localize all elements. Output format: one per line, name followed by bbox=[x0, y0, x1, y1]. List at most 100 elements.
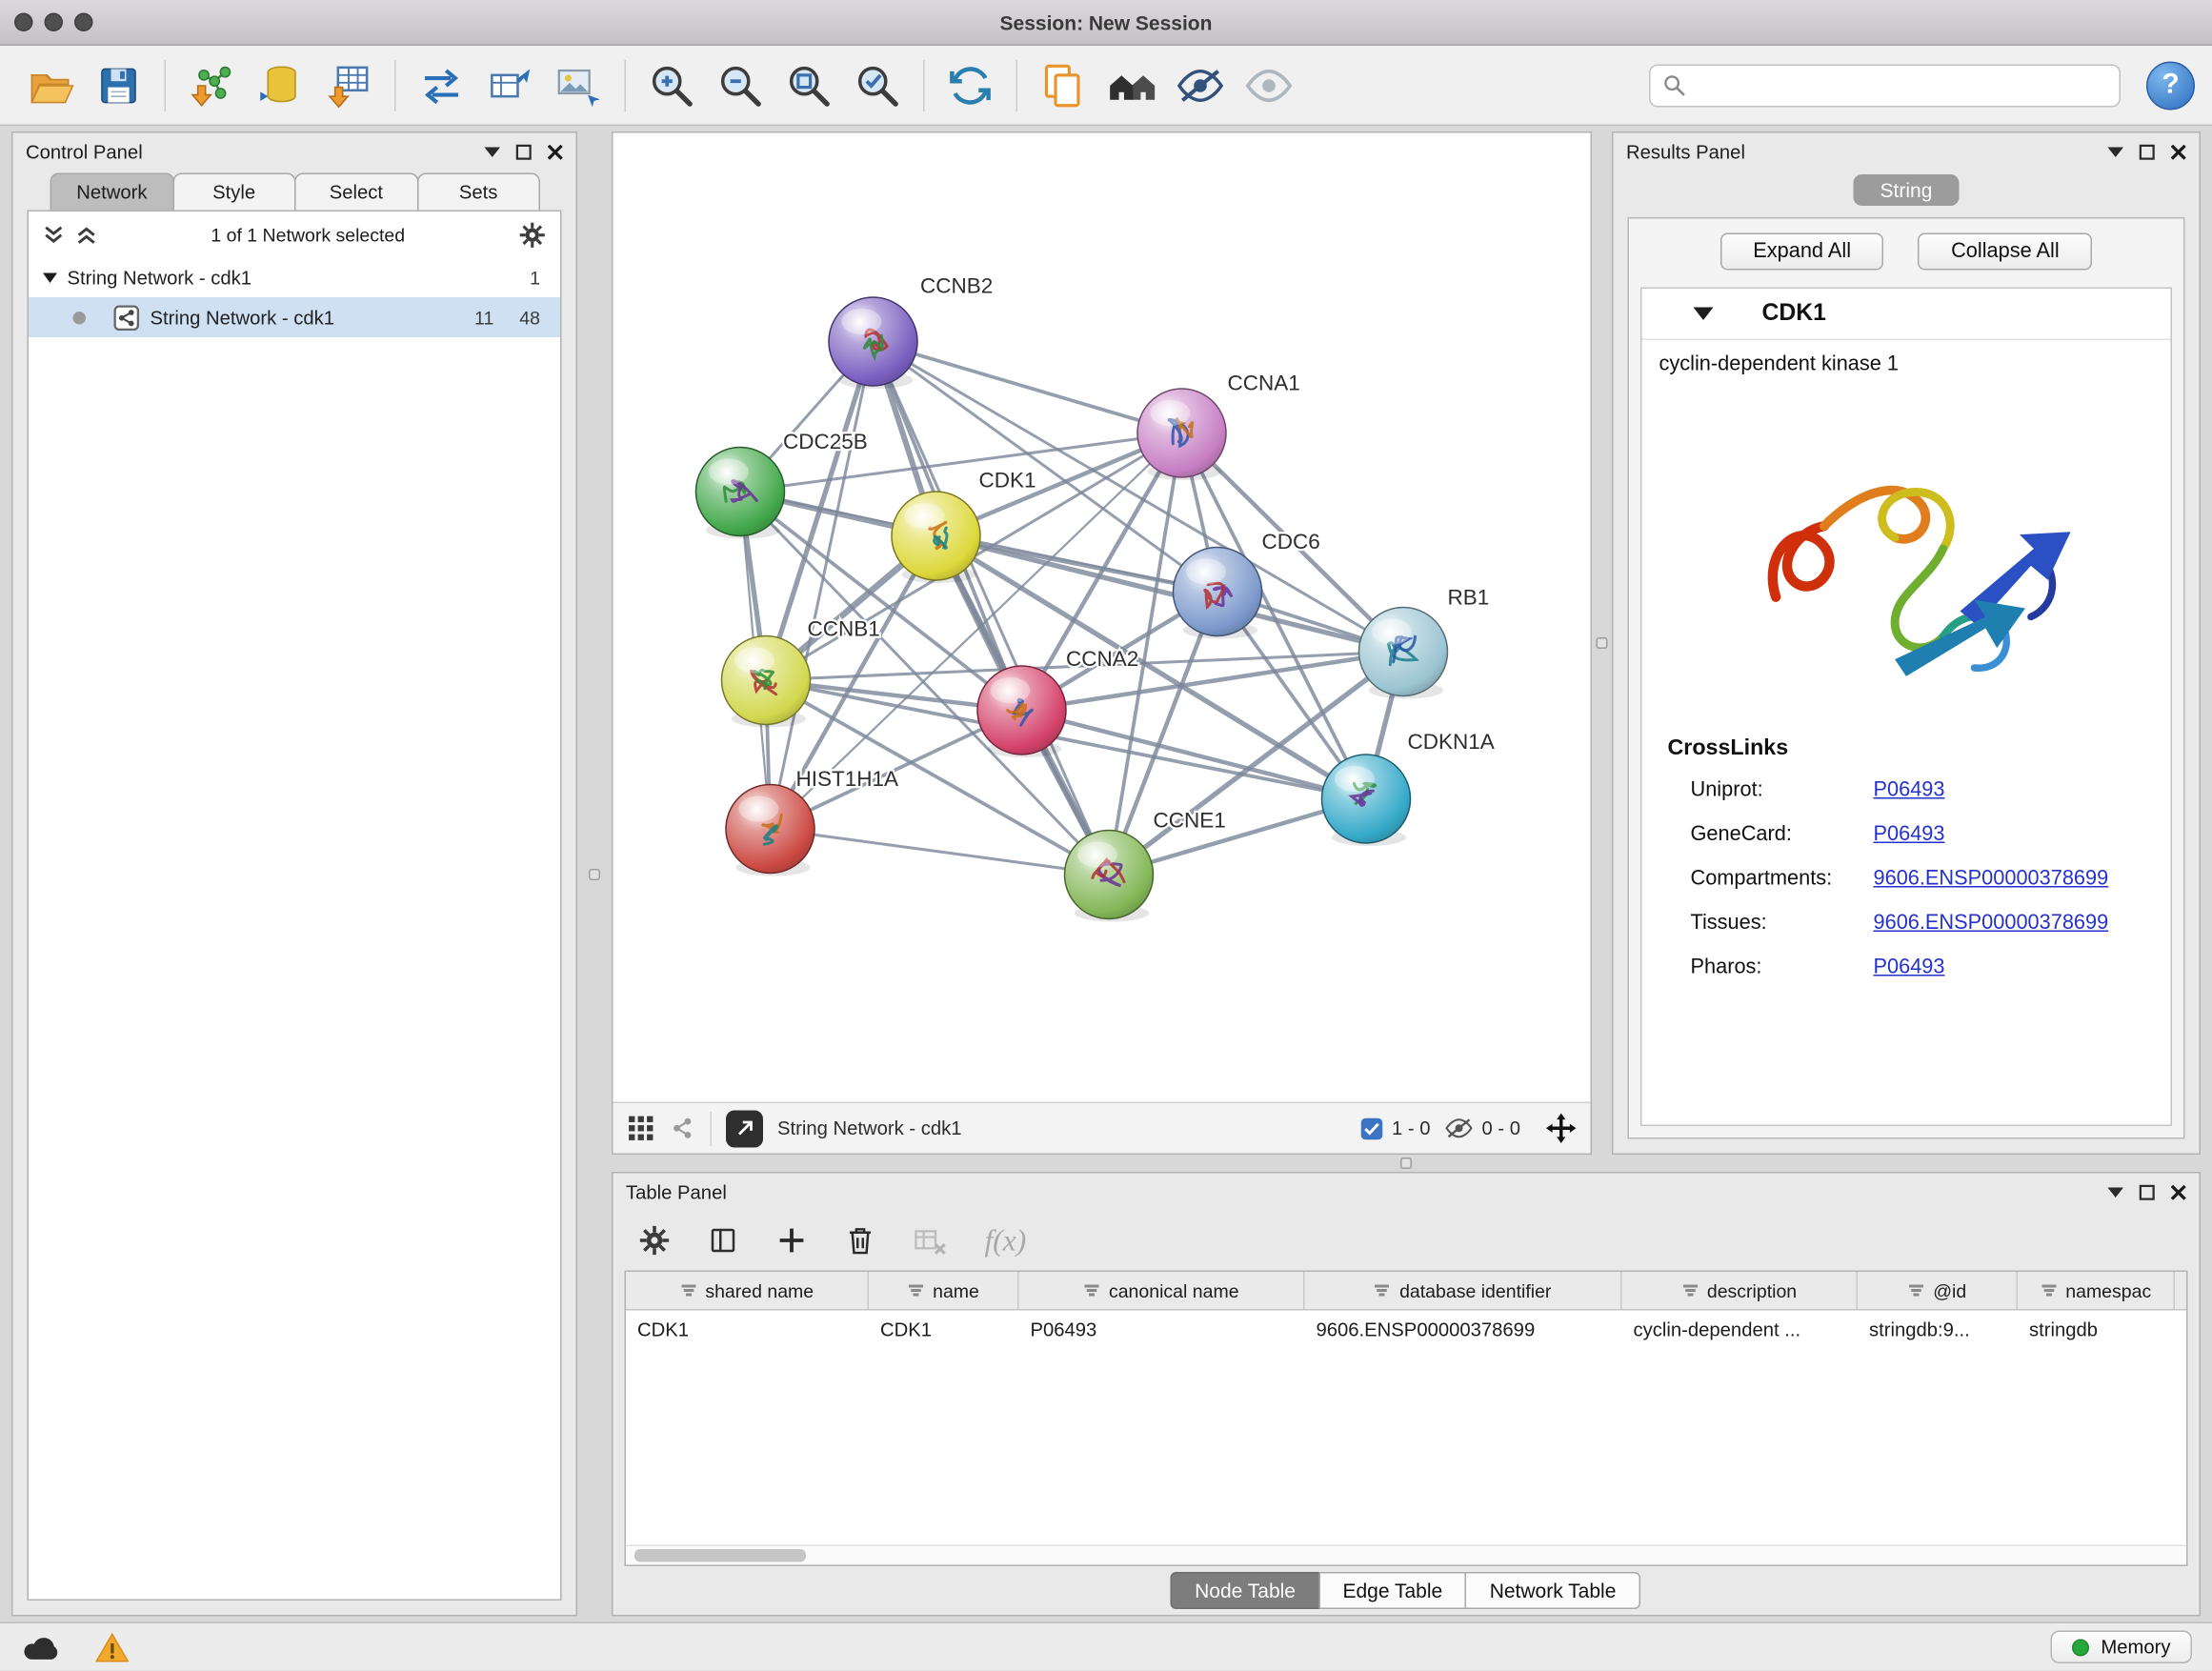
table-cell[interactable]: cyclin-dependent ... bbox=[1622, 1311, 1859, 1348]
share-icon[interactable] bbox=[669, 1115, 696, 1142]
results-panel-splitter[interactable] bbox=[1592, 131, 1612, 1155]
table-column-header[interactable]: shared name bbox=[626, 1272, 869, 1309]
network-node-HIST1H1A[interactable]: HIST1H1A bbox=[726, 767, 898, 876]
crosslink-value[interactable]: 9606.ENSP00000378699 bbox=[1874, 867, 2109, 890]
search-box[interactable] bbox=[1649, 64, 2121, 107]
network-overview-button[interactable] bbox=[1099, 52, 1165, 118]
add-column-icon[interactable] bbox=[776, 1225, 808, 1257]
export-image-button[interactable] bbox=[546, 52, 612, 118]
apply-layout-button[interactable] bbox=[937, 52, 1003, 118]
tab-network-table[interactable]: Network Table bbox=[1465, 1573, 1640, 1610]
tab-edge-table[interactable]: Edge Table bbox=[1318, 1573, 1467, 1610]
chevron-down-icon[interactable] bbox=[2108, 1186, 2124, 1198]
show-all-button[interactable] bbox=[1237, 52, 1302, 118]
open-in-window-button[interactable] bbox=[726, 1110, 763, 1147]
table-column-header[interactable]: database identifier bbox=[1305, 1272, 1622, 1309]
open-session-button[interactable] bbox=[17, 52, 83, 118]
network-row[interactable]: String Network - cdk1 11 48 bbox=[29, 297, 560, 337]
chevron-down-icon[interactable] bbox=[2108, 146, 2124, 157]
import-table-button[interactable] bbox=[316, 52, 382, 118]
copy-document-button[interactable] bbox=[1031, 52, 1096, 118]
horizontal-scrollbar[interactable] bbox=[626, 1545, 2186, 1565]
memory-button[interactable]: Memory bbox=[2051, 1631, 2192, 1664]
gene-section-header[interactable]: CDK1 bbox=[1642, 289, 2171, 340]
tree-expander-icon[interactable] bbox=[43, 272, 57, 283]
close-panel-icon[interactable] bbox=[2171, 144, 2187, 160]
table-column-header[interactable]: description bbox=[1622, 1272, 1859, 1309]
expand-all-button[interactable]: Expand All bbox=[1720, 233, 1884, 271]
splitter-grip[interactable] bbox=[1597, 637, 1608, 649]
splitter-grip[interactable] bbox=[1400, 1158, 1412, 1169]
zoom-out-button[interactable] bbox=[708, 52, 774, 118]
network-node-CCNB1[interactable]: CCNB1 bbox=[722, 617, 880, 728]
table-column-header[interactable]: @id bbox=[1858, 1272, 2018, 1309]
delete-column-trash-icon[interactable] bbox=[845, 1225, 876, 1257]
chevron-down-icon[interactable] bbox=[485, 146, 501, 157]
network-node-CCNA1[interactable]: CCNA1 bbox=[1137, 372, 1300, 480]
network-edge[interactable] bbox=[936, 536, 1404, 653]
collapse-all-icon[interactable] bbox=[43, 224, 65, 246]
network-edge[interactable] bbox=[874, 342, 1182, 433]
network-node-CDKN1A[interactable]: CDKN1A bbox=[1322, 730, 1495, 846]
network-collection-row[interactable]: String Network - cdk1 1 bbox=[29, 257, 560, 297]
table-column-header[interactable]: name bbox=[869, 1272, 1019, 1309]
birdseye-grid-icon[interactable] bbox=[628, 1115, 655, 1142]
crosslink-value[interactable]: P06493 bbox=[1874, 956, 1945, 978]
zoom-selected-button[interactable] bbox=[845, 52, 911, 118]
merge-networks-button[interactable] bbox=[409, 52, 474, 118]
hide-selected-button[interactable] bbox=[1168, 52, 1234, 118]
network-graph[interactable]: CCNB2CCNA1CDC25BCDK1CDC6RB1CCNB1CCNA2CDK… bbox=[613, 133, 1591, 1102]
crosslink-value[interactable]: P06493 bbox=[1874, 822, 1945, 845]
import-network-database-button[interactable] bbox=[248, 52, 313, 118]
collapse-all-button[interactable]: Collapse All bbox=[1919, 233, 2093, 271]
table-cell[interactable]: 9606.ENSP00000378699 bbox=[1305, 1311, 1622, 1348]
table-column-header[interactable]: canonical name bbox=[1019, 1272, 1305, 1309]
tab-style[interactable]: Style bbox=[172, 173, 296, 211]
network-node-CDK1[interactable]: CDK1 bbox=[892, 469, 1036, 583]
search-input[interactable] bbox=[1694, 74, 2107, 96]
save-session-button[interactable] bbox=[86, 52, 151, 118]
table-cell[interactable]: P06493 bbox=[1019, 1311, 1305, 1348]
network-node-RB1[interactable]: RB1 bbox=[1359, 586, 1490, 699]
table-row[interactable]: CDK1CDK1P064939606.ENSP00000378699cyclin… bbox=[626, 1311, 2186, 1348]
splitter-grip[interactable] bbox=[589, 869, 600, 880]
warning-icon[interactable] bbox=[94, 1632, 131, 1663]
float-window-icon[interactable] bbox=[516, 144, 533, 160]
close-panel-icon[interactable] bbox=[548, 144, 564, 160]
gear-icon[interactable] bbox=[519, 221, 547, 249]
tab-string[interactable]: String bbox=[1853, 174, 1960, 206]
network-node-CDC6[interactable]: CDC6 bbox=[1174, 530, 1320, 639]
network-canvas[interactable]: CCNB2CCNA1CDC25BCDK1CDC6RB1CCNB1CCNA2CDK… bbox=[613, 133, 1591, 1102]
network-node-CCNE1[interactable]: CCNE1 bbox=[1065, 809, 1226, 922]
zoom-in-button[interactable] bbox=[639, 52, 705, 118]
section-chevron-icon[interactable] bbox=[1694, 308, 1714, 321]
close-panel-icon[interactable] bbox=[2171, 1184, 2187, 1200]
table-cell[interactable]: stringdb bbox=[2018, 1311, 2175, 1348]
table-cell[interactable]: stringdb:9... bbox=[1858, 1311, 2018, 1348]
help-button[interactable]: ? bbox=[2146, 61, 2195, 110]
float-window-icon[interactable] bbox=[2140, 1184, 2156, 1200]
show-columns-icon[interactable] bbox=[708, 1225, 739, 1257]
tab-node-table[interactable]: Node Table bbox=[1171, 1573, 1320, 1610]
table-cell[interactable]: CDK1 bbox=[626, 1311, 869, 1348]
zoom-fit-button[interactable] bbox=[776, 52, 842, 118]
tab-network[interactable]: Network bbox=[50, 173, 174, 211]
control-panel-splitter[interactable] bbox=[577, 131, 612, 1617]
table-settings-gear-icon[interactable] bbox=[639, 1225, 671, 1257]
move-crosshair-icon[interactable] bbox=[1546, 1114, 1577, 1144]
table-column-header[interactable]: namespac bbox=[2018, 1272, 2175, 1309]
crosslink-value[interactable]: 9606.ENSP00000378699 bbox=[1874, 911, 2109, 934]
network-edge[interactable] bbox=[771, 829, 1110, 875]
network-edge[interactable] bbox=[771, 342, 874, 830]
network-edge[interactable] bbox=[874, 342, 1110, 876]
expand-all-icon[interactable] bbox=[76, 224, 98, 246]
float-window-icon[interactable] bbox=[2140, 144, 2156, 160]
scrollbar-thumb[interactable] bbox=[634, 1550, 806, 1563]
cloud-status-icon[interactable] bbox=[20, 1632, 63, 1663]
table-panel-splitter[interactable] bbox=[612, 1155, 2201, 1172]
crosslink-value[interactable]: P06493 bbox=[1874, 778, 1945, 801]
new-network-from-selection-button[interactable] bbox=[477, 52, 543, 118]
tab-sets[interactable]: Sets bbox=[416, 173, 540, 211]
tab-select[interactable]: Select bbox=[294, 173, 418, 211]
import-network-file-button[interactable] bbox=[179, 52, 245, 118]
